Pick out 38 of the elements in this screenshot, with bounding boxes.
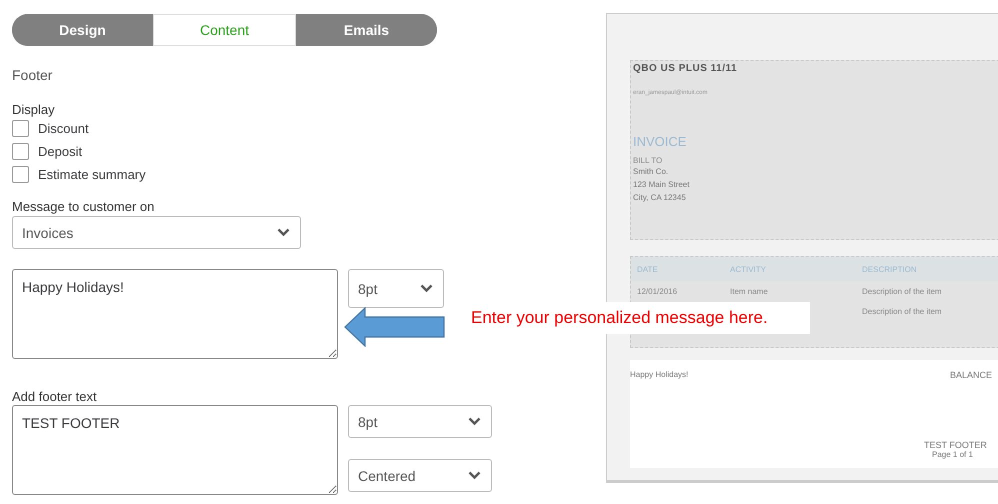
display-label: Display	[12, 102, 56, 117]
bill-to-label: BILL TO	[633, 156, 664, 165]
checkbox-label: Discount	[38, 121, 89, 136]
chevron-icon	[468, 417, 481, 426]
footer-field[interactable]: TEST FOOTER	[12, 405, 338, 495]
invoices-dropdown[interactable]: Invoices	[12, 216, 301, 249]
checkbox-label: Deposit	[38, 144, 82, 159]
chevron-icon	[468, 471, 481, 480]
message-label: Message to customer on	[12, 199, 156, 214]
column-header: DESCRIPTION	[862, 264, 918, 274]
column-header: DATE	[636, 264, 659, 274]
arrow-icon	[344, 307, 446, 347]
font-size-dropdown[interactable]: 8pt	[348, 405, 492, 438]
footer-label: Add footer text	[12, 389, 98, 404]
alignment-dropdown[interactable]: Centered	[348, 459, 492, 492]
table-cell: 12/01/2016	[637, 286, 678, 296]
chevron-icon	[277, 228, 290, 237]
address-line: 123 Main Street	[633, 179, 690, 191]
footer-message: Happy Holidays!	[630, 370, 688, 380]
column-header: ACTIVITY	[730, 264, 768, 274]
checkbox[interactable]	[12, 120, 29, 137]
table-cell: Item name	[730, 286, 768, 296]
invoice-title: INVOICE	[633, 134, 688, 149]
table-cell: Description of the item	[862, 306, 942, 316]
chevron-icon	[420, 284, 433, 293]
section-title: Footer	[12, 67, 54, 83]
checkbox[interactable]	[12, 143, 29, 160]
table-cell: Description of the item	[862, 286, 942, 296]
address-line: City, CA 12345	[633, 192, 687, 204]
message-field[interactable]: Happy Holidays!	[12, 269, 338, 359]
company-name: QBO US PLUS 11/11	[633, 63, 738, 74]
footer-text: TEST FOOTER	[924, 440, 988, 450]
checkbox[interactable]	[12, 166, 29, 183]
balance-label: BALANCE	[950, 370, 992, 380]
font-size-dropdown[interactable]: 8pt	[348, 269, 444, 308]
address-line: Smith Co.	[633, 166, 670, 178]
page-number: Page 1 of 1	[932, 450, 974, 459]
checkbox-label: Estimate summary	[38, 167, 146, 182]
